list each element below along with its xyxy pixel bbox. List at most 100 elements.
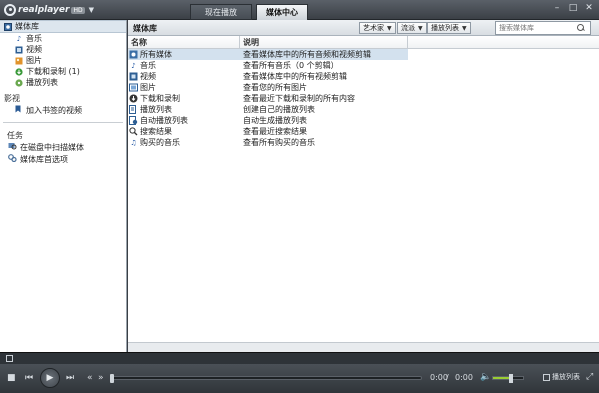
volume-icon[interactable]: 🔈: [480, 373, 491, 382]
list-item-all-media[interactable]: 所有媒体 查看媒体库中的所有音频和视频剪辑: [128, 49, 408, 60]
list-item-music[interactable]: ♪ 音乐 查看所有音乐（0 个剪辑）: [128, 60, 599, 71]
search-icon: [129, 127, 138, 136]
hd-badge: HD: [71, 6, 85, 14]
maximize-icon[interactable]: □: [567, 3, 579, 13]
seek-slider[interactable]: [110, 374, 422, 383]
volume-thumb[interactable]: [509, 374, 513, 383]
download-icon: [129, 94, 138, 103]
sidebar-item-label: 音乐: [26, 34, 42, 43]
library-list: 所有媒体 查看媒体库中的所有音频和视频剪辑 ♪ 音乐 查看所有音乐（0 个剪辑） …: [128, 49, 599, 148]
list-item-description: 查看媒体库中的所有音频和视频剪辑: [243, 50, 371, 59]
tab-media-center[interactable]: 媒体中心: [256, 4, 308, 20]
playlist-toggle[interactable]: 播放列表: [543, 372, 580, 382]
fast-forward-icon[interactable]: »: [98, 374, 104, 383]
list-item-playlists[interactable]: 播放列表 创建自己的播放列表: [128, 104, 599, 115]
sidebar-item-pictures[interactable]: 图片: [0, 55, 126, 66]
tab-now-playing[interactable]: 现在播放: [190, 4, 252, 20]
checkbox-icon: [543, 373, 550, 381]
minimize-icon[interactable]: –: [551, 3, 563, 13]
menu-dropdown-icon[interactable]: ▼: [89, 6, 94, 14]
video-icon: [15, 46, 23, 54]
purchased-music-icon: ♫: [130, 138, 137, 147]
column-header-name[interactable]: 名称: [128, 36, 240, 48]
library-icon: [4, 22, 12, 31]
list-item-name: 下载和录制: [140, 94, 180, 103]
list-item-name: 所有媒体: [140, 50, 172, 59]
rewind-icon[interactable]: «: [87, 374, 93, 383]
list-item-description: 创建自己的播放列表: [243, 105, 315, 114]
restore-icon[interactable]: [6, 355, 13, 362]
search-input[interactable]: [496, 24, 576, 32]
list-item-name: 视频: [140, 72, 156, 81]
dropdown-label: 艺术家: [363, 24, 384, 32]
list-item-name: 搜索结果: [140, 127, 172, 136]
list-item-description: 查看最近下载和录制的所有内容: [243, 94, 355, 103]
dropdown-label: 播放列表: [431, 24, 459, 32]
seek-thumb[interactable]: [110, 374, 114, 383]
playlist-icon: [129, 105, 138, 114]
transport-bar: ■ ⏮ ▶ ⏭ « » 0:00 / 0:00 🔈 播放列表 ⤢: [0, 364, 599, 393]
list-item-name: 图片: [140, 83, 156, 92]
column-header-description[interactable]: 说明: [240, 36, 408, 48]
task-library-preferences[interactable]: 媒体库首选项: [0, 153, 126, 165]
play-button[interactable]: ▶: [40, 368, 60, 388]
chevron-down-icon: ▼: [387, 24, 392, 32]
sidebar-item-label: 加入书签的视频: [26, 105, 82, 115]
sidebar-item-bookmarked-videos[interactable]: 加入书签的视频: [0, 104, 126, 116]
list-item-pictures[interactable]: 图片 查看您的所有图片: [128, 82, 599, 93]
list-item-downloads[interactable]: 下载和录制 查看最近下载和录制的所有内容: [128, 93, 599, 104]
task-scan-disk[interactable]: 在磁盘中扫描媒体: [0, 141, 126, 153]
task-label: 媒体库首选项: [20, 154, 68, 164]
sidebar-tasks-heading: 任务: [7, 130, 23, 140]
status-bar: [0, 352, 599, 364]
genre-dropdown[interactable]: 流派 ▼: [397, 22, 427, 34]
music-note-icon: ♪: [16, 34, 22, 43]
list-item-name: 播放列表: [140, 105, 172, 114]
video-icon: [129, 72, 138, 81]
next-track-icon[interactable]: ⏭: [66, 374, 74, 383]
sidebar-item-downloads[interactable]: 下载和录制 (1): [0, 66, 126, 77]
library-view: 媒体库 艺术家 ▼ 流派 ▼ 播放列表 ▼ 名称 说明 所有媒体 查看媒体库中的…: [128, 20, 599, 352]
list-item-description: 查看您的所有图片: [243, 83, 307, 92]
sidebar-item-library[interactable]: 媒体库: [0, 20, 126, 33]
list-item-purchased-music[interactable]: ♫ 购买的音乐 查看所有购买的音乐: [128, 137, 599, 148]
list-item-description: 查看所有购买的音乐: [243, 138, 315, 147]
sidebar-item-label: 播放列表: [26, 78, 58, 87]
play-icon: ▶: [46, 373, 54, 383]
previous-track-icon[interactable]: ⏮: [25, 374, 33, 383]
window-controls: – □ ✕: [551, 3, 595, 13]
column-headers: 名称 说明: [128, 36, 599, 49]
close-icon[interactable]: ✕: [583, 3, 595, 13]
page-title: 媒体库: [133, 24, 157, 33]
stop-icon[interactable]: ■: [7, 374, 16, 383]
list-item-description: 自动生成播放列表: [243, 116, 307, 125]
picture-icon: [15, 57, 23, 65]
list-item-search-results[interactable]: 搜索结果 查看最近搜索结果: [128, 126, 599, 137]
playlist-toggle-label: 播放列表: [552, 373, 580, 381]
horizontal-scrollbar[interactable]: [128, 342, 599, 352]
picture-icon: [129, 83, 138, 92]
bookmark-icon: [15, 105, 21, 115]
list-item-description: 查看媒体库中的所有视频剪辑: [243, 72, 347, 81]
sidebar-item-music[interactable]: ♪ 音乐: [0, 33, 126, 44]
sidebar-item-label: 视频: [26, 45, 42, 54]
fullscreen-icon[interactable]: ⤢: [586, 373, 593, 382]
time-total: 0:00: [455, 373, 473, 382]
playlist-dropdown[interactable]: 播放列表 ▼: [427, 22, 471, 34]
sidebar-item-playlists[interactable]: 播放列表: [0, 77, 126, 88]
sidebar-item-video[interactable]: 视频: [0, 44, 126, 55]
search-icon[interactable]: [576, 23, 586, 33]
app-logo[interactable]: realplayer HD ▼: [4, 3, 94, 17]
list-item-video[interactable]: 视频 查看媒体库中的所有视频剪辑: [128, 71, 599, 82]
preferences-icon: [8, 154, 17, 164]
sidebar-divider: [3, 122, 123, 123]
chevron-down-icon: ▼: [418, 24, 423, 32]
sidebar-video-section[interactable]: 影视: [0, 92, 126, 104]
volume-slider[interactable]: [492, 374, 524, 383]
auto-playlist-icon: [129, 116, 138, 125]
sidebar-item-label: 下载和录制 (1): [26, 67, 80, 76]
sidebar: 媒体库 ♪ 音乐 视频 图片 下载和录制 (1) 播放列表 影视 加入书签的视频…: [0, 20, 127, 352]
list-item-auto-playlists[interactable]: 自动播放列表 自动生成播放列表: [128, 115, 599, 126]
music-note-icon: ♪: [131, 61, 136, 70]
artist-dropdown[interactable]: 艺术家 ▼: [359, 22, 396, 34]
